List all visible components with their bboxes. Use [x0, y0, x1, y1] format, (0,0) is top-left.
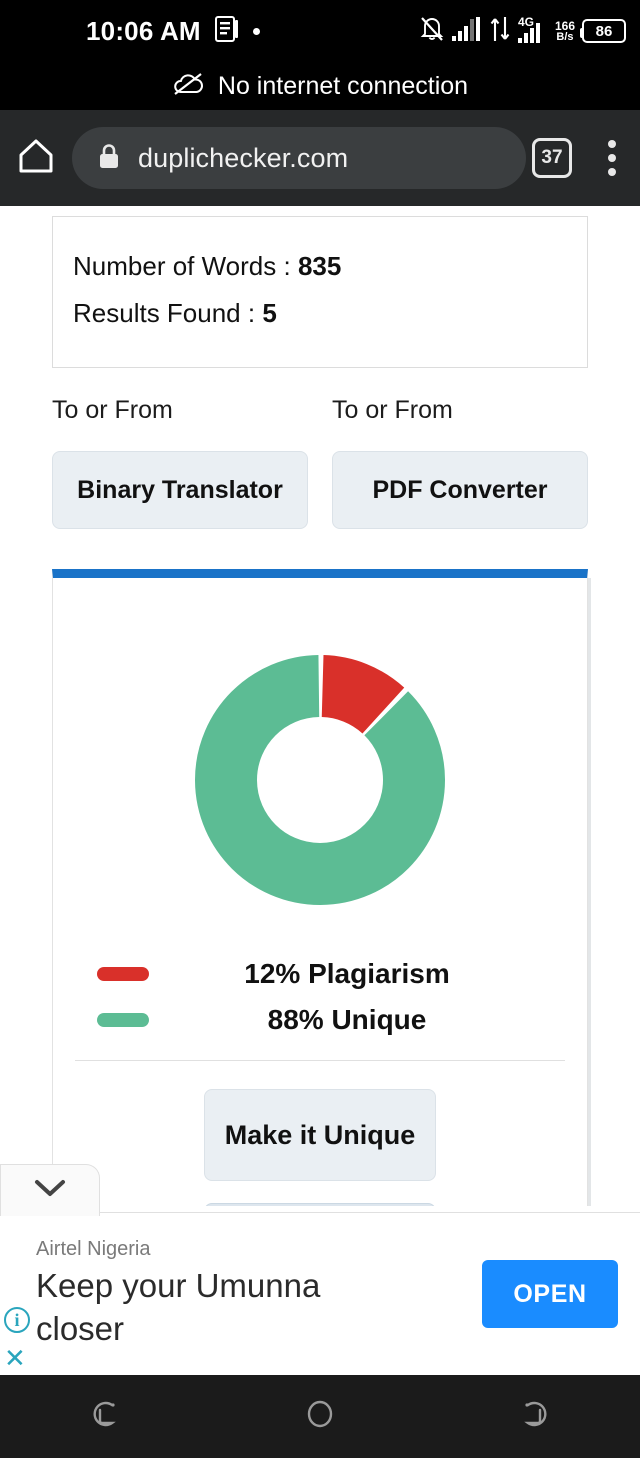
word-count-row: Number of Words : 835	[73, 243, 567, 290]
offline-message: No internet connection	[217, 71, 469, 100]
browser-menu-button[interactable]	[584, 140, 640, 176]
legend-label-unique: 88% Unique	[267, 1004, 427, 1035]
results-found-row: Results Found : 5	[73, 290, 567, 337]
results-found-value: 5	[262, 298, 277, 328]
vertical-scrollbar[interactable]	[588, 578, 591, 1206]
kebab-menu-icon	[608, 140, 616, 148]
legend-swatch-unique	[97, 1013, 149, 1027]
browser-toolbar: duplichecker.com 37	[0, 110, 640, 206]
nav-recents-button[interactable]	[473, 1397, 593, 1436]
legend-item-unique: 88% Unique	[75, 1004, 565, 1036]
tool-label-binary: To or From	[52, 396, 173, 424]
battery-indicator: 86	[580, 19, 626, 43]
lock-icon	[98, 143, 120, 174]
tool-links-row: To or From Binary Translator To or From …	[52, 396, 588, 529]
ad-headline: Keep your Umunna closer	[36, 1266, 321, 1347]
make-it-unique-button[interactable]: Make it Unique	[204, 1089, 436, 1181]
tool-column-binary: To or From Binary Translator	[52, 396, 308, 529]
address-bar-url: duplichecker.com	[138, 142, 349, 173]
ad-content: Airtel Nigeria Keep your Umunna closer O…	[0, 1213, 640, 1375]
signal-bars-icon	[451, 16, 482, 46]
tab-count-label: 37	[541, 147, 563, 168]
legend-label-plagiarism: 12% Plagiarism	[244, 958, 450, 989]
donut-chart-svg	[195, 655, 445, 905]
home-icon	[15, 136, 57, 181]
word-count-label: Number of Words :	[73, 251, 298, 281]
network-type-indicator: 4G	[517, 15, 548, 43]
ad-advertiser-name: Airtel Nigeria	[36, 1237, 151, 1260]
bell-muted-icon	[419, 15, 445, 48]
dot-icon	[252, 27, 260, 35]
address-bar[interactable]: duplichecker.com	[72, 127, 526, 189]
results-found-label: Results Found :	[73, 298, 263, 328]
plagiarism-report-card: 12% Plagiarism 88% Unique Make it Unique	[52, 569, 591, 1206]
status-bar-right: 4G 166 B/s 86	[419, 0, 626, 62]
chevron-down-icon	[30, 1176, 70, 1205]
binary-translator-button[interactable]: Binary Translator	[52, 451, 308, 529]
offline-banner: No internet connection	[0, 62, 640, 110]
legend-divider	[75, 1060, 565, 1061]
info-icon[interactable]: i	[4, 1307, 30, 1333]
tab-switcher-button[interactable]: 37	[532, 138, 572, 178]
legend-item-plagiarism: 12% Plagiarism	[75, 958, 565, 990]
word-count-value: 835	[297, 251, 342, 281]
chart-legend: 12% Plagiarism 88% Unique	[53, 958, 587, 1036]
document-icon	[214, 15, 239, 47]
close-icon[interactable]: ✕	[4, 1345, 26, 1371]
summary-card: Number of Words : 835 Results Found : 5	[52, 216, 588, 368]
back-icon	[90, 1397, 124, 1436]
network-speed: 166 B/s	[555, 20, 575, 43]
status-bar: 10:06 AM 4G 166 B/s 86	[0, 0, 640, 62]
phone-screen: 10:06 AM 4G 166 B/s 86 No internet conne…	[0, 0, 640, 1458]
tool-column-pdf: To or From PDF Converter	[332, 396, 588, 529]
ad-collapse-handle[interactable]	[0, 1164, 100, 1216]
ad-text-block: Airtel Nigeria Keep your Umunna closer	[36, 1238, 482, 1351]
donut-slice-unique	[195, 655, 445, 905]
advertisement-banner[interactable]: Airtel Nigeria Keep your Umunna closer O…	[0, 1212, 640, 1375]
nav-back-button[interactable]	[47, 1397, 167, 1436]
plagiarism-donut-chart	[53, 578, 587, 910]
home-circle-icon	[303, 1397, 337, 1436]
web-page-content: Number of Words : 835 Results Found : 5 …	[0, 206, 640, 1206]
recents-icon	[516, 1397, 550, 1436]
ad-open-button[interactable]: OPEN	[482, 1260, 618, 1328]
network-type-label: 4G	[517, 15, 534, 29]
legend-swatch-plagiarism	[97, 967, 149, 981]
tool-label-pdf: To or From	[332, 396, 453, 424]
network-speed-value: 166	[554, 18, 575, 33]
status-bar-left: 10:06 AM	[86, 15, 260, 47]
battery-level-label: 86	[595, 22, 613, 40]
pdf-converter-button[interactable]: PDF Converter	[332, 451, 588, 529]
android-navigation-bar	[0, 1375, 640, 1458]
clock: 10:06 AM	[86, 15, 201, 46]
data-arrows-icon	[489, 16, 511, 47]
cloud-off-icon	[172, 72, 204, 101]
secondary-action-button[interactable]	[204, 1203, 436, 1206]
network-speed-unit: B/s	[556, 30, 574, 43]
nav-home-button[interactable]	[260, 1397, 380, 1436]
home-button[interactable]	[0, 136, 72, 181]
